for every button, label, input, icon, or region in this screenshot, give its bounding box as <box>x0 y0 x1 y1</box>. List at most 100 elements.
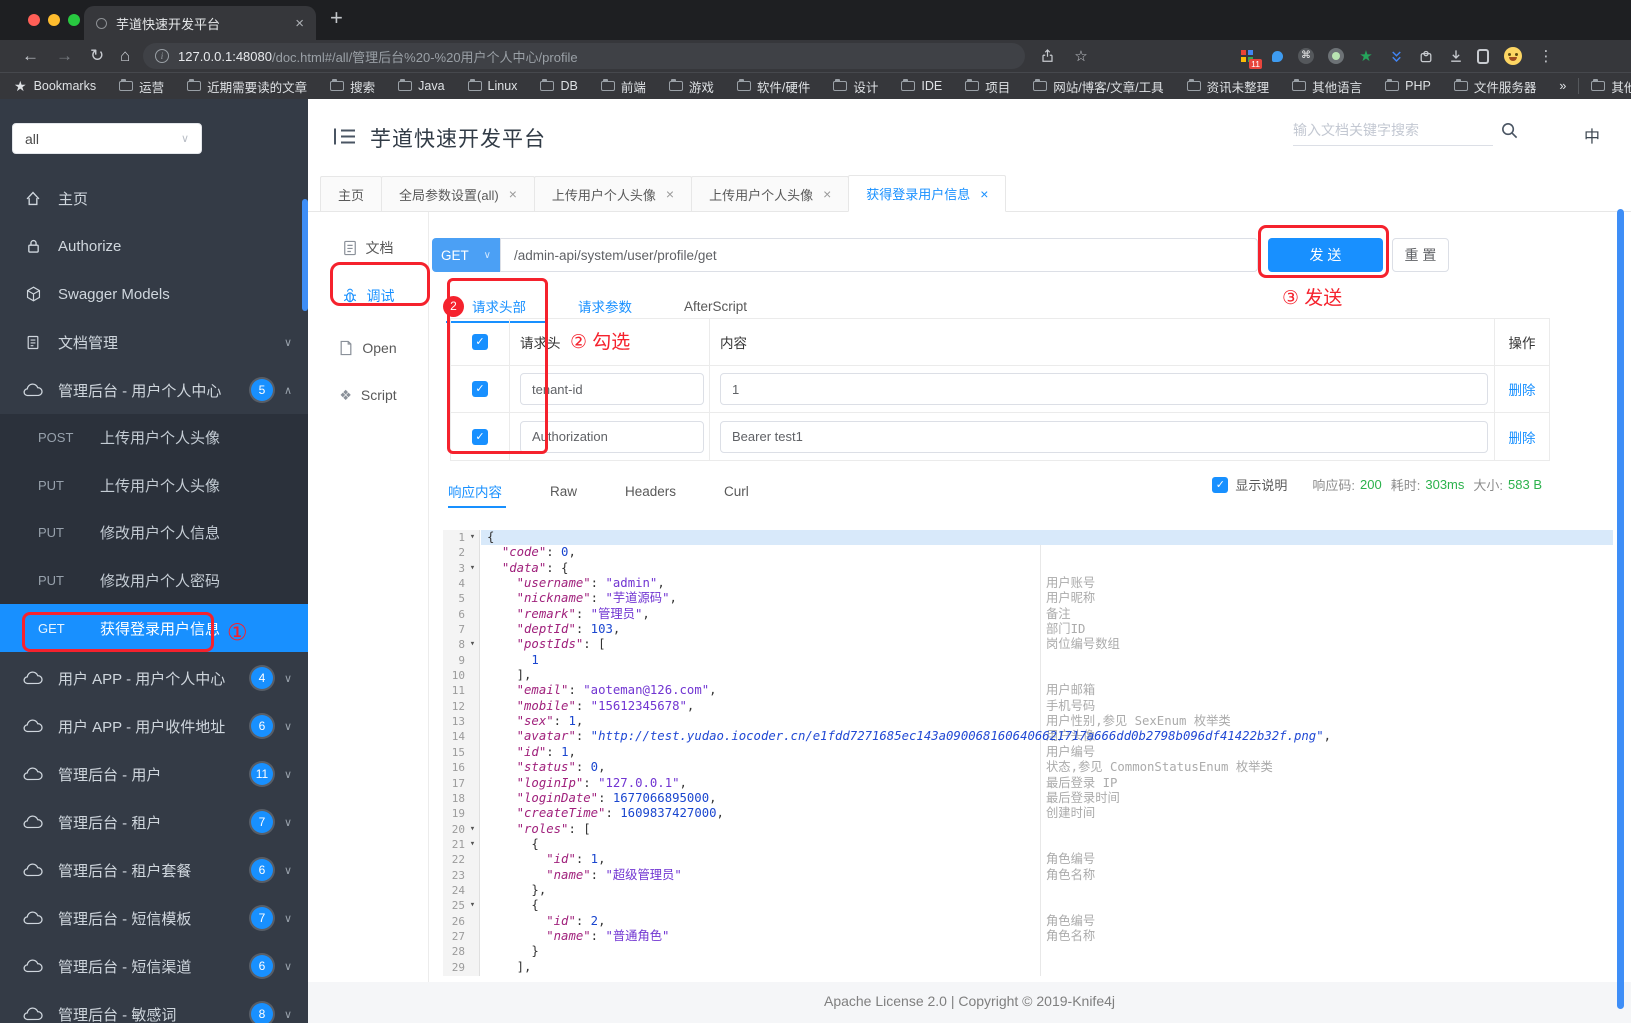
sidebar-operation-item[interactable]: GET 获得登录用户信息 <box>0 604 308 652</box>
bookmarks-overflow-icon[interactable]: » <box>1559 79 1566 93</box>
sidebar-group-item[interactable]: 管理后台 - 短信渠道 6 ∨ <box>0 942 308 990</box>
sidebar-group-item[interactable]: 管理后台 - 租户套餐 6 ∨ <box>0 846 308 894</box>
sidebar-operation-item[interactable]: PUT 上传用户个人头像 <box>0 462 308 510</box>
menu-fold-icon[interactable] <box>333 127 357 146</box>
select-all-checkbox[interactable]: ✓ <box>472 334 488 350</box>
response-tab[interactable]: Raw <box>550 484 577 499</box>
browser-tab[interactable]: 芋道快速开发平台 × <box>84 6 316 40</box>
header-name-input[interactable] <box>520 420 704 453</box>
forward-icon[interactable]: → <box>56 45 73 67</box>
response-body-editor[interactable]: 1 ▾{2 "code": 0, 3 ▾ "data": {4 "username":… <box>443 530 1613 976</box>
tab-script[interactable]: ❖ Script <box>308 373 428 417</box>
header-value-input[interactable] <box>720 420 1488 453</box>
search-icon[interactable] <box>1500 121 1519 140</box>
browser-menu-icon[interactable]: ⋮ <box>1537 47 1555 65</box>
sidebar-item-home[interactable]: 主页 <box>0 174 308 222</box>
sidebar-group-item[interactable]: 管理后台 - 租户 7 ∨ <box>0 798 308 846</box>
delete-link[interactable]: 删除 <box>1509 427 1536 447</box>
response-tab[interactable]: Curl <box>724 484 749 499</box>
bookmark-item[interactable]: Java <box>398 78 445 93</box>
home-icon[interactable]: ⌂ <box>120 45 130 67</box>
sidebar-group-item[interactable]: 用户 APP - 用户收件地址 6 ∨ <box>0 702 308 750</box>
request-tab[interactable]: 请求参数 <box>578 296 632 316</box>
window-minimize-button[interactable] <box>48 14 60 26</box>
bookmark-item[interactable]: 近期需要读的文章 <box>187 77 307 96</box>
reload-icon[interactable]: ↻ <box>90 45 104 67</box>
bookmark-item[interactable]: 搜索 <box>330 77 375 96</box>
bookmark-item[interactable]: IDE <box>901 78 942 93</box>
sidebar-item-doc-manage[interactable]: 文档管理 ∨ <box>0 318 308 366</box>
close-icon[interactable]: × <box>666 186 674 202</box>
bookmark-item[interactable]: 前端 <box>600 77 646 96</box>
extension-circle-icon[interactable] <box>1327 47 1345 65</box>
bookmark-item[interactable]: 软件/硬件 <box>736 77 810 96</box>
bookmark-item[interactable]: 项目 <box>965 77 1010 96</box>
bookmark-item[interactable]: DB <box>540 78 578 93</box>
sidebar-group-item[interactable]: 管理后台 - 用户 11 ∨ <box>0 750 308 798</box>
tab-open[interactable]: Open <box>308 326 428 370</box>
show-description-checkbox[interactable]: ✓ <box>1212 476 1229 493</box>
bookmarks-manager[interactable]: ★ Bookmarks <box>14 78 96 95</box>
group-filter-select[interactable]: all ∨ <box>12 123 202 154</box>
reading-mode-icon[interactable] <box>1474 47 1492 65</box>
share-icon[interactable] <box>1038 47 1056 65</box>
doc-tab[interactable]: 全局参数设置(all) × <box>381 176 535 211</box>
bookmark-item[interactable]: 运营 <box>119 77 164 96</box>
request-tab[interactable]: AfterScript <box>684 299 747 314</box>
sidebar-group-item[interactable]: 管理后台 - 敏感词 8 ∨ <box>0 990 308 1023</box>
extension-command-icon[interactable]: ⌘ <box>1297 47 1315 65</box>
row-checkbox[interactable]: ✓ <box>472 381 488 397</box>
window-close-button[interactable] <box>28 14 40 26</box>
response-tab[interactable]: 响应内容 <box>448 481 502 501</box>
new-tab-button[interactable]: + <box>330 5 343 31</box>
downloads-icon[interactable] <box>1447 47 1465 65</box>
bookmark-item[interactable]: 游戏 <box>668 77 714 96</box>
doc-tab[interactable]: 获得登录用户信息 × <box>848 175 1007 212</box>
close-icon[interactable]: × <box>823 186 831 202</box>
page-info-icon[interactable]: i <box>155 49 169 63</box>
header-name-input[interactable] <box>520 373 704 405</box>
reset-button[interactable]: 重 置 <box>1392 238 1449 272</box>
language-toggle[interactable]: 中 <box>1584 123 1600 147</box>
response-tab[interactable]: Headers <box>625 484 676 499</box>
tab-doc[interactable]: 文档 <box>308 226 428 270</box>
tab-close-icon[interactable]: × <box>295 15 304 32</box>
send-button[interactable]: 发 送 <box>1268 238 1383 272</box>
bookmark-item[interactable]: 网站/博客/文章/工具 <box>1033 77 1164 96</box>
tab-debug[interactable]: 调试 <box>308 274 428 318</box>
extensions-puzzle-icon[interactable] <box>1417 47 1435 65</box>
sidebar-group-item[interactable]: 用户 APP - 用户个人中心 4 ∨ <box>0 654 308 702</box>
profile-avatar[interactable] <box>1504 47 1522 65</box>
close-icon[interactable]: × <box>509 186 517 202</box>
close-icon[interactable]: × <box>980 186 988 202</box>
sidebar-item-user-profile-group[interactable]: 管理后台 - 用户个人中心 5 ∧ <box>0 366 308 414</box>
api-path-input[interactable] <box>500 238 1258 272</box>
method-select[interactable]: GET ∨ <box>432 238 500 272</box>
sidebar-group-item[interactable]: 管理后台 - 短信模板 7 ∨ <box>0 894 308 942</box>
back-icon[interactable]: ← <box>22 45 39 67</box>
bookmark-item[interactable]: PHP <box>1385 78 1431 93</box>
delete-link[interactable]: 删除 <box>1509 379 1536 399</box>
sidebar-operation-item[interactable]: PUT 修改用户个人信息 <box>0 509 308 557</box>
bookmark-item[interactable]: Linux <box>467 78 517 93</box>
extension-pixel-icon[interactable]: 11 <box>1238 47 1262 69</box>
extension-chevrons-icon[interactable] <box>1387 47 1405 65</box>
bookmark-item[interactable]: 文件服务器 <box>1453 77 1536 96</box>
doc-tab[interactable]: 主页 <box>320 176 383 211</box>
request-tab[interactable]: 2 请求头部 <box>443 295 526 317</box>
sidebar-operation-item[interactable]: POST 上传用户个人头像 <box>0 414 308 462</box>
sidebar-operation-item[interactable]: PUT 修改用户个人密码 <box>0 557 308 605</box>
doc-tab[interactable]: 上传用户个人头像 × <box>533 176 693 211</box>
header-value-input[interactable] <box>720 373 1488 405</box>
doc-tab[interactable]: 上传用户个人头像 × <box>691 176 850 211</box>
bookmark-star-icon[interactable]: ☆ <box>1072 47 1090 65</box>
sidebar-item-authorize[interactable]: Authorize <box>0 222 308 270</box>
row-checkbox[interactable]: ✓ <box>472 428 488 445</box>
sidebar-item-swagger-models[interactable]: Swagger Models <box>0 270 308 318</box>
address-bar[interactable]: i 127.0.0.1:48080/doc.html#/all/管理后台%20-… <box>143 43 1025 69</box>
bookmark-item[interactable]: 其他语言 <box>1292 77 1362 96</box>
extension-star-icon[interactable]: ★ <box>1357 47 1375 65</box>
bookmark-item[interactable]: 资讯未整理 <box>1186 77 1269 96</box>
doc-search-input[interactable] <box>1293 115 1493 146</box>
page-scrollbar-thumb[interactable] <box>1617 209 1624 1009</box>
